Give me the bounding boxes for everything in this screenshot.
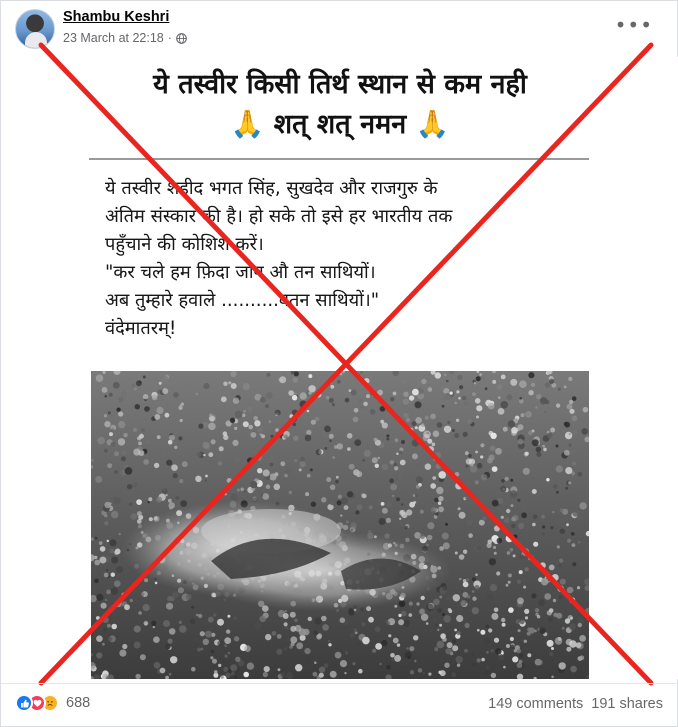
image-headline: ये तस्वीर किसी तिर्थ स्थान से कम नही 🙏 श… <box>1 65 678 145</box>
caption-line: अंतिम संस्कार की है। हो सके तो इसे हर भा… <box>105 206 453 227</box>
image-caption: ये तस्वीर शहीद भगत सिंह, सुखदेव और राजगु… <box>105 175 575 343</box>
caption-line: अब तुम्हारे हवाले ..........वतन साथियों।… <box>105 290 380 311</box>
engagement-stats: 149 comments 191 shares <box>488 696 663 712</box>
author-name[interactable]: Shambu Keshri <box>63 9 169 25</box>
like-icon <box>15 694 33 712</box>
headline-line-2: 🙏 शत् शत् नमन 🙏 <box>230 109 450 140</box>
caption-line: पहुँचाने की कोशिश करें। <box>105 234 264 255</box>
headline-divider <box>89 158 589 160</box>
shares-count[interactable]: 191 shares <box>591 696 663 712</box>
caption-line: वंदेमातरम्! <box>105 318 177 339</box>
caption-line: ये तस्वीर शहीद भगत सिंह, सुखदेव और राजगु… <box>105 178 438 199</box>
facebook-post-card: Shambu Keshri 23 March at 22:18 · ••• ये… <box>0 0 678 727</box>
post-header: Shambu Keshri 23 March at 22:18 · ••• <box>1 1 678 57</box>
reaction-count[interactable]: 688 <box>66 695 90 711</box>
reactions-summary[interactable]: 688 <box>15 694 90 712</box>
globe-icon <box>176 32 187 44</box>
caption-line: "कर चले हम फ़िदा जान औ तन साथियों। <box>105 262 376 283</box>
crowd-photo <box>91 371 589 679</box>
post-meta: 23 March at 22:18 · <box>63 31 187 45</box>
post-footer: 688 149 comments 191 shares <box>1 683 678 727</box>
comments-count[interactable]: 149 comments <box>488 696 583 712</box>
more-options-icon[interactable]: ••• <box>615 15 653 35</box>
headline-line-1: ये तस्वीर किसी तिर्थ स्थान से कम नही <box>153 69 527 100</box>
avatar[interactable] <box>15 9 55 49</box>
post-timestamp[interactable]: 23 March at 22:18 <box>63 31 164 45</box>
shared-image[interactable]: ये तस्वीर किसी तिर्थ स्थान से कम नही 🙏 श… <box>1 57 678 679</box>
meta-separator: · <box>167 31 172 45</box>
